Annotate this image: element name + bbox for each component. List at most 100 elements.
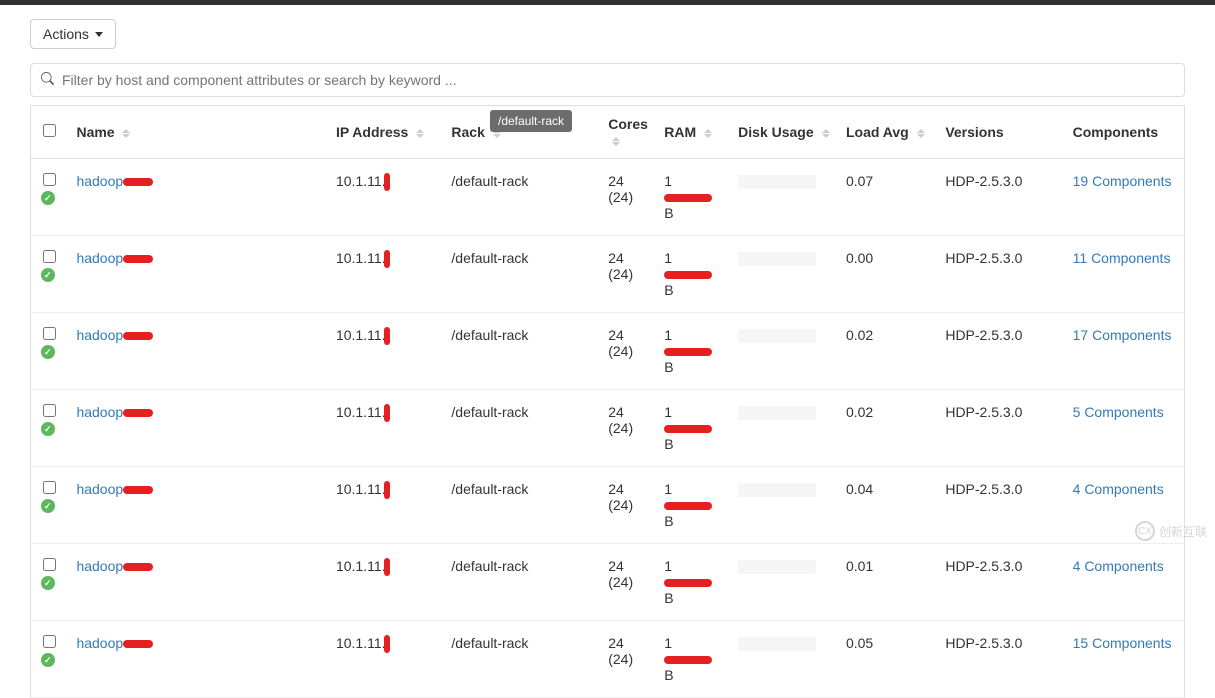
- header-name[interactable]: Name: [68, 106, 328, 159]
- components-link[interactable]: 4 Components: [1073, 481, 1164, 497]
- select-all-checkbox[interactable]: [43, 124, 56, 137]
- redaction: [664, 194, 712, 202]
- version-cell: HDP-2.5.3.0: [937, 621, 1064, 698]
- redaction: [123, 332, 153, 340]
- sort-icon: [704, 129, 712, 138]
- sort-icon: [612, 137, 620, 146]
- cores-cell: 24(24): [600, 236, 656, 313]
- row-checkbox[interactable]: [43, 173, 56, 186]
- redaction: [384, 635, 390, 653]
- components-link[interactable]: 5 Components: [1073, 404, 1164, 420]
- components-link[interactable]: 11 Components: [1073, 250, 1171, 266]
- status-ok-icon: ✓: [41, 191, 55, 205]
- ip-cell: 10.1.11.: [328, 544, 443, 621]
- actions-row: Actions: [30, 5, 1185, 63]
- version-cell: HDP-2.5.3.0: [937, 313, 1064, 390]
- table-row: ✓ hadoop 10.1.11. /default-rack 24(24) 1…: [31, 467, 1185, 544]
- disk-usage-bar: [738, 175, 816, 189]
- filter-input[interactable]: [62, 72, 1174, 88]
- components-link[interactable]: 17 Components: [1073, 327, 1172, 343]
- table-row: ✓ hadoop 10.1.11. /default-rack 24(24) 1…: [31, 236, 1185, 313]
- load-cell: 0.05: [838, 621, 937, 698]
- load-cell: 0.00: [838, 236, 937, 313]
- ram-cell: 1B: [656, 544, 730, 621]
- status-ok-icon: ✓: [41, 268, 55, 282]
- host-name-link[interactable]: hadoop: [76, 404, 123, 420]
- status-ok-icon: ✓: [41, 576, 55, 590]
- redaction: [384, 250, 390, 268]
- ram-cell: 1B: [656, 390, 730, 467]
- status-ok-icon: ✓: [41, 499, 55, 513]
- table-row: ✓ hadoop 10.1.11. /default-rack 24(24) 1…: [31, 544, 1185, 621]
- row-checkbox[interactable]: [43, 481, 56, 494]
- status-ok-icon: ✓: [41, 653, 55, 667]
- watermark: CX 创新互联: [1135, 521, 1207, 541]
- host-name-link[interactable]: hadoop: [76, 558, 123, 574]
- redaction: [664, 271, 712, 279]
- sort-icon: [822, 129, 830, 138]
- rack-cell: /default-rack: [443, 390, 600, 467]
- row-checkbox[interactable]: [43, 635, 56, 648]
- host-name-link[interactable]: hadoop: [76, 173, 123, 189]
- disk-cell: [730, 159, 838, 236]
- load-cell: 0.02: [838, 313, 937, 390]
- ip-cell: 10.1.11.: [328, 390, 443, 467]
- row-checkbox[interactable]: [43, 250, 56, 263]
- ram-cell: 1B: [656, 236, 730, 313]
- header-load[interactable]: Load Avg: [838, 106, 937, 159]
- version-cell: HDP-2.5.3.0: [937, 159, 1064, 236]
- row-checkbox[interactable]: [43, 327, 56, 340]
- actions-dropdown-button[interactable]: Actions: [30, 19, 116, 49]
- version-cell: HDP-2.5.3.0: [937, 467, 1064, 544]
- redaction: [123, 409, 153, 417]
- host-name-link[interactable]: hadoop: [76, 250, 123, 266]
- row-checkbox[interactable]: [43, 558, 56, 571]
- rack-cell: /default-rack: [443, 544, 600, 621]
- header-disk[interactable]: Disk Usage: [730, 106, 838, 159]
- disk-usage-bar: [738, 406, 816, 420]
- filter-container: [30, 63, 1185, 97]
- row-checkbox[interactable]: [43, 404, 56, 417]
- disk-cell: [730, 467, 838, 544]
- table-row: ✓ hadoop 10.1.11. /default-rack 24(24) 1…: [31, 159, 1185, 236]
- ram-cell: 1B: [656, 313, 730, 390]
- components-link[interactable]: 15 Components: [1073, 635, 1172, 651]
- disk-usage-bar: [738, 329, 816, 343]
- cores-cell: 24(24): [600, 390, 656, 467]
- host-name-link[interactable]: hadoop: [76, 327, 123, 343]
- rack-cell: /default-rack: [443, 313, 600, 390]
- components-link[interactable]: 19 Components: [1073, 173, 1172, 189]
- load-cell: 0.02: [838, 390, 937, 467]
- cores-cell: 24(24): [600, 467, 656, 544]
- cores-cell: 24(24): [600, 621, 656, 698]
- header-cores[interactable]: Cores: [600, 106, 656, 159]
- search-icon: [41, 72, 54, 88]
- hosts-table: Name IP Address Rack Cores RAM: [30, 105, 1185, 698]
- rack-tooltip: /default-rack: [490, 110, 572, 132]
- sort-icon: [122, 129, 130, 138]
- table-row: ✓ hadoop 10.1.11. /default-rack 24(24) 1…: [31, 621, 1185, 698]
- redaction: [123, 486, 153, 494]
- redaction: [664, 579, 712, 587]
- ram-cell: 1B: [656, 467, 730, 544]
- host-name-link[interactable]: hadoop: [76, 481, 123, 497]
- rack-cell: /default-rack: [443, 621, 600, 698]
- version-cell: HDP-2.5.3.0: [937, 236, 1064, 313]
- disk-usage-bar: [738, 252, 816, 266]
- redaction: [123, 563, 153, 571]
- host-name-link[interactable]: hadoop: [76, 635, 123, 651]
- rack-cell: /default-rack: [443, 467, 600, 544]
- ip-cell: 10.1.11.: [328, 236, 443, 313]
- redaction: [664, 656, 712, 664]
- ip-cell: 10.1.11.: [328, 159, 443, 236]
- caret-down-icon: [95, 32, 103, 37]
- header-ram[interactable]: RAM: [656, 106, 730, 159]
- disk-usage-bar: [738, 637, 816, 651]
- components-link[interactable]: 4 Components: [1073, 558, 1164, 574]
- cores-cell: 24(24): [600, 544, 656, 621]
- sort-icon: [416, 129, 424, 138]
- redaction: [384, 404, 390, 422]
- header-ip[interactable]: IP Address: [328, 106, 443, 159]
- redaction: [384, 558, 390, 576]
- load-cell: 0.01: [838, 544, 937, 621]
